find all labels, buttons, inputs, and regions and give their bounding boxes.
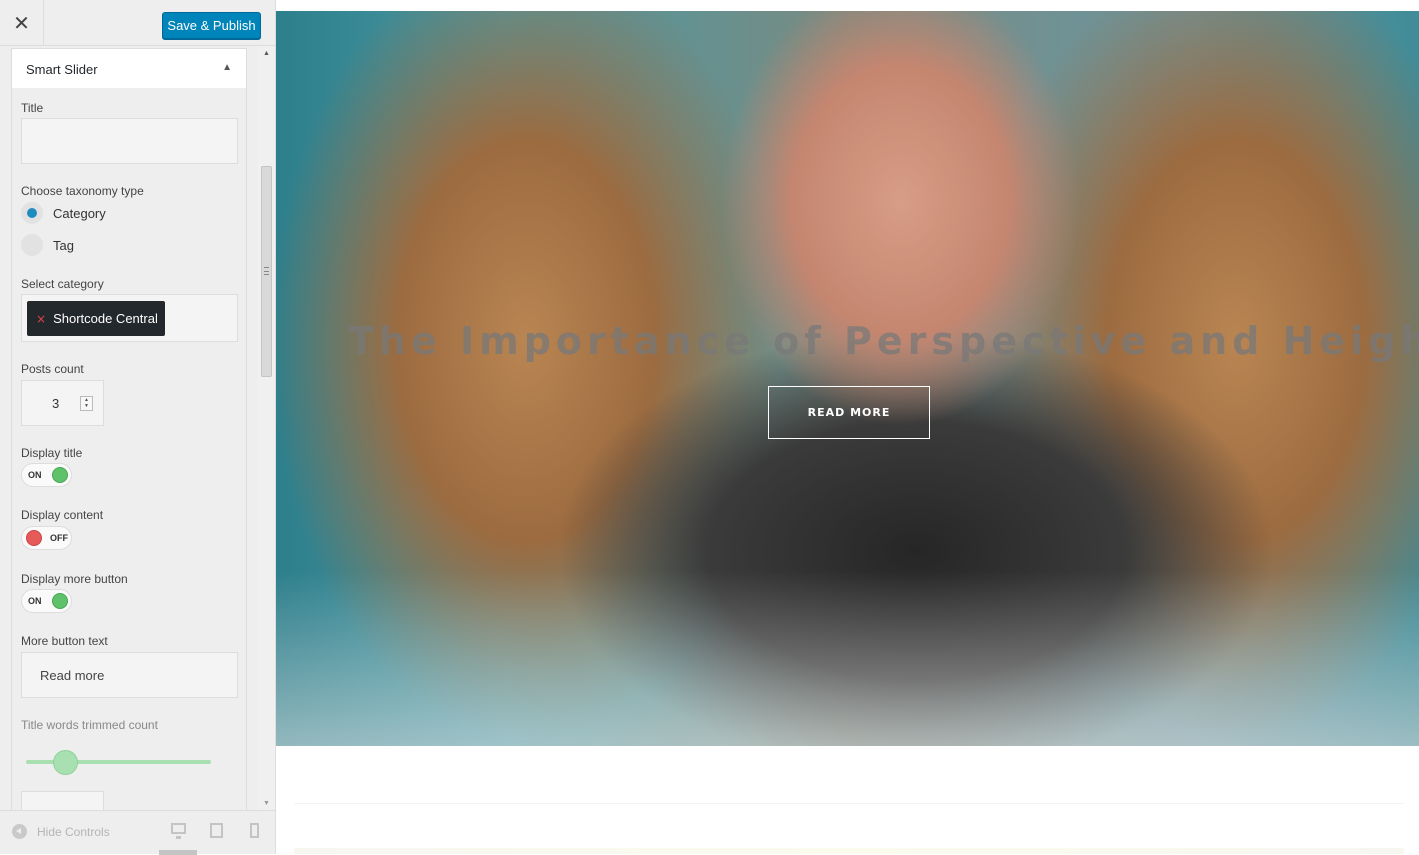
sidebar-footer: Hide Controls (0, 810, 275, 855)
more-text-label: More button text (21, 634, 108, 648)
radio-tag-label: Tag (53, 238, 74, 253)
taxonomy-label: Choose taxonomy type (21, 184, 144, 198)
display-more-label: Display more button (21, 572, 128, 586)
scrollbar-thumb[interactable] (261, 166, 272, 377)
trim-count-label: Title words trimmed count (21, 718, 158, 732)
slide-title[interactable]: The Importance of Perspective and Height (348, 319, 1419, 363)
content-divider (294, 803, 1404, 804)
desktop-icon[interactable] (171, 823, 186, 839)
scroll-up-icon[interactable]: ▲ (258, 46, 275, 60)
section-title: Smart Slider (26, 62, 98, 77)
save-publish-button[interactable]: Save & Publish (162, 12, 261, 39)
spinner-arrows-icon[interactable]: ▲ ▼ (80, 396, 93, 411)
slider-hero-image: The Importance of Perspective and Height… (276, 11, 1419, 746)
display-more-toggle[interactable]: ON (21, 589, 72, 613)
more-text-input[interactable] (22, 653, 237, 697)
category-select[interactable]: × Shortcode Central (21, 294, 238, 342)
display-content-label: Display content (21, 508, 104, 522)
mobile-icon[interactable] (250, 823, 259, 838)
display-title-label: Display title (21, 446, 83, 460)
posts-count-value: 3 (52, 396, 60, 411)
radio-category-label: Category (53, 206, 106, 221)
active-device-indicator (159, 850, 197, 855)
close-button[interactable]: ✕ (0, 0, 44, 46)
trim-slider-handle[interactable] (52, 750, 78, 775)
posts-count-label: Posts count (21, 362, 84, 376)
category-chip: × Shortcode Central (27, 301, 165, 336)
radio-tag[interactable] (21, 234, 43, 256)
toggle-state-label: ON (28, 596, 42, 606)
select-category-label: Select category (21, 277, 104, 291)
toggle-state-label: OFF (50, 533, 68, 543)
read-more-button[interactable]: READ MORE (768, 386, 930, 439)
close-icon: ✕ (13, 11, 30, 35)
title-label: Title (21, 101, 44, 115)
collapse-arrow-circle-icon[interactable] (12, 824, 27, 839)
scroll-down-icon[interactable]: ▼ (258, 796, 275, 810)
more-text-field[interactable] (21, 652, 238, 698)
radio-category[interactable] (21, 202, 43, 224)
collapse-arrow-icon[interactable]: ▲ (222, 62, 232, 73)
sidebar-header: ✕ Save & Publish (0, 0, 275, 46)
sidebar-scroll-area: Smart Slider ▲ Title Choose taxonomy typ… (0, 46, 258, 810)
remove-icon[interactable]: × (36, 312, 46, 326)
customizer-sidebar: ✕ Save & Publish Smart Slider ▲ Title Ch… (0, 0, 276, 855)
category-chip-label: Shortcode Central (53, 311, 158, 326)
posts-count-stepper[interactable]: 3 ▲ ▼ (21, 380, 104, 426)
section-header-smart-slider[interactable]: Smart Slider ▲ (11, 48, 247, 89)
display-content-toggle[interactable]: OFF (21, 526, 72, 550)
title-input[interactable] (21, 118, 238, 164)
site-preview: The Importance of Perspective and Height… (276, 0, 1419, 854)
toggle-knob (52, 593, 68, 609)
display-title-toggle[interactable]: ON (21, 463, 72, 487)
tablet-icon[interactable] (210, 823, 223, 838)
toggle-state-label: ON (28, 470, 42, 480)
hero-bottom-fade (276, 571, 1419, 746)
toggle-knob (26, 530, 42, 546)
below-fold-content (294, 848, 1404, 854)
grip-icon (264, 267, 269, 275)
toggle-knob (52, 467, 68, 483)
sidebar-scrollbar[interactable]: ▲ ▼ (258, 46, 275, 810)
trim-count-input[interactable] (21, 791, 104, 810)
hide-controls-button[interactable]: Hide Controls (37, 825, 110, 839)
